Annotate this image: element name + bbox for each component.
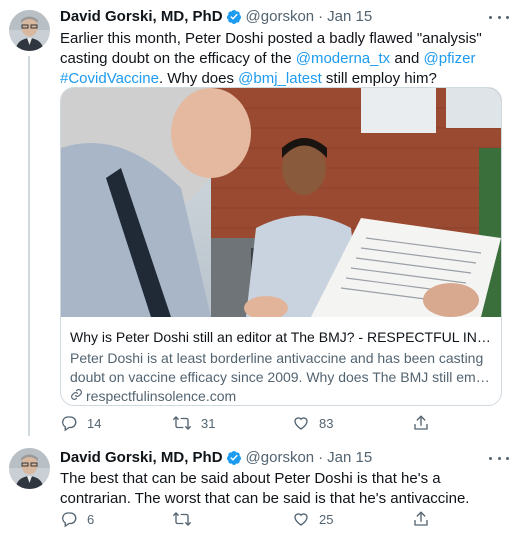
- avatar[interactable]: [9, 448, 50, 489]
- hashtag-link[interactable]: #CovidVaccine: [60, 70, 159, 87]
- text-segment: still employ him?: [321, 70, 437, 87]
- retweet-icon: [172, 414, 192, 432]
- like-count: 25: [319, 511, 334, 527]
- like-icon: [292, 510, 310, 528]
- tweet-header: David Gorski, MD, PhD @gorskon · Jan 15: [60, 449, 372, 467]
- card-domain: respectfulinsolence.com: [70, 387, 494, 405]
- reply-icon: [60, 510, 78, 528]
- share-button[interactable]: [412, 414, 430, 432]
- reply-button[interactable]: 14: [60, 414, 101, 432]
- separator-dot: ·: [318, 8, 324, 25]
- reply-count: 6: [87, 511, 95, 527]
- tweet-date[interactable]: Jan 15: [327, 449, 372, 467]
- mention-link[interactable]: @pfizer: [424, 50, 476, 67]
- retweet-button[interactable]: [172, 510, 201, 528]
- like-count: 83: [319, 415, 334, 431]
- retweet-count: 31: [201, 415, 216, 431]
- share-icon: [412, 510, 430, 528]
- verified-badge-icon: [226, 9, 242, 25]
- text-segment: and: [390, 50, 424, 67]
- tweet-text: The best that can be said about Peter Do…: [60, 470, 470, 507]
- tweet[interactable]: David Gorski, MD, PhD @gorskon · Jan 15 …: [0, 0, 523, 438]
- like-icon: [292, 414, 310, 432]
- like-button[interactable]: 83: [292, 414, 333, 432]
- author-name[interactable]: David Gorski, MD, PhD: [60, 8, 223, 26]
- card-domain-text: respectfulinsolence.com: [86, 388, 237, 404]
- card-title: Why is Peter Doshi still an editor at Th…: [70, 329, 494, 345]
- tweet-actions: 14 31 83: [60, 414, 440, 434]
- separator-dot: ·: [318, 449, 324, 466]
- thread-connector-line: [28, 56, 30, 436]
- card-description: Peter Doshi is at least borderline antiv…: [70, 349, 494, 387]
- retweet-button[interactable]: 31: [172, 414, 215, 432]
- more-icon[interactable]: [489, 10, 509, 24]
- reply-button[interactable]: 6: [60, 510, 94, 528]
- tweet-header: David Gorski, MD, PhD @gorskon · Jan 15: [60, 8, 372, 26]
- reply-icon: [60, 414, 78, 432]
- card-description-line: doubt on vaccine efficacy since 2009. Wh…: [70, 369, 494, 385]
- share-button[interactable]: [412, 510, 430, 528]
- author-name[interactable]: David Gorski, MD, PhD: [60, 449, 223, 467]
- verified-badge-icon: [226, 450, 242, 466]
- card-photo: [61, 88, 501, 317]
- share-icon: [412, 414, 430, 432]
- retweet-icon: [172, 510, 192, 528]
- card-description-line: Peter Doshi is at least borderline antiv…: [70, 350, 484, 366]
- author-handle[interactable]: @gorskon: [246, 449, 315, 467]
- tweet-date[interactable]: Jan 15: [327, 8, 372, 26]
- link-card[interactable]: Why is Peter Doshi still an editor at Th…: [60, 87, 502, 406]
- reply-count: 14: [87, 415, 102, 431]
- more-icon[interactable]: [489, 451, 509, 465]
- tweet-actions: 6 25: [60, 510, 440, 530]
- avatar[interactable]: [9, 10, 50, 51]
- card-text: Why is Peter Doshi still an editor at Th…: [70, 328, 494, 405]
- mention-link[interactable]: @moderna_tx: [296, 50, 390, 67]
- like-button[interactable]: 25: [292, 510, 333, 528]
- text-segment: . Why does: [158, 70, 239, 87]
- author-handle[interactable]: @gorskon: [246, 8, 315, 26]
- link-icon: [70, 387, 86, 405]
- tweet[interactable]: David Gorski, MD, PhD @gorskon · Jan 15 …: [0, 438, 523, 540]
- tweet-text: Earlier this month, Peter Doshi posted a…: [60, 29, 510, 89]
- mention-link[interactable]: @bmj_latest: [238, 70, 322, 87]
